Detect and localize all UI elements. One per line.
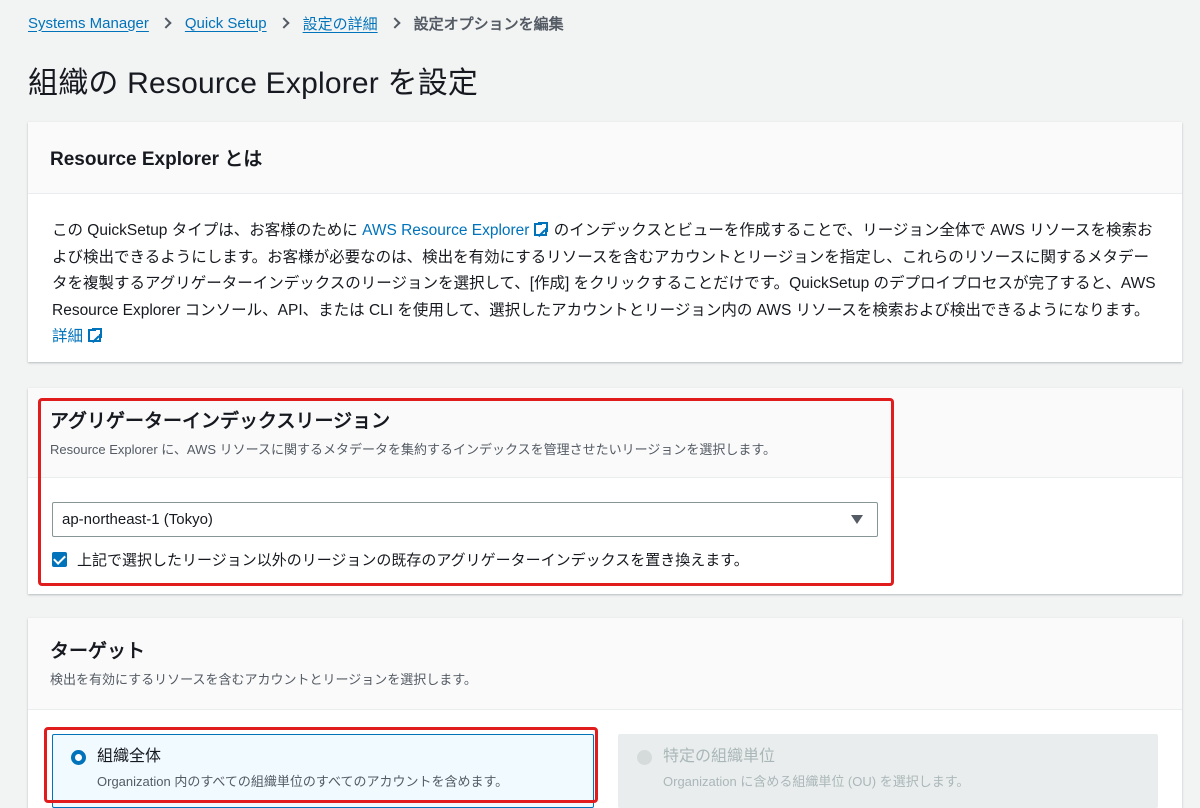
aws-resource-explorer-link[interactable]: AWS Resource Explorer [362,221,550,239]
target-panel: ターゲット 検出を有効にするリソースを含むアカウントとリージョンを選択します。 … [28,618,1182,808]
learn-more-link[interactable]: 詳細 [52,327,104,345]
aggregator-panel: アグリゲーターインデックスリージョン Resource Explorer に、A… [28,388,1182,594]
breadcrumb-current: 設定オプションを編集 [413,15,564,33]
chevron-right-icon [277,17,290,29]
aggregator-panel-title: アグリゲーターインデックスリージョン [50,411,391,432]
breadcrumb-config-details[interactable]: 設定の詳細 [303,13,378,34]
learn-more-link-label: 詳細 [52,328,84,345]
external-link-icon [88,327,104,344]
specific-ou-description: Organization に含める組織単位 (OU) を選択します。 [663,774,970,789]
specific-ou-title: 特定の組織単位 [663,748,776,765]
replace-index-label: 上記で選択したリージョン以外のリージョンの既存のアグリゲーターインデックスを置き… [77,552,749,569]
about-text-1: この QuickSetup タイプは、お客様のために [52,222,358,239]
caret-down-icon [851,515,863,524]
external-link-icon [534,221,550,238]
entire-org-description: Organization 内のすべての組織単位のすべてのアカウントを含めます。 [97,774,509,789]
target-panel-description: 検出を有効にするリソースを含むアカウントとリージョンを選択します。 [50,672,477,687]
chevron-right-icon [388,17,401,29]
replace-index-option[interactable]: 上記で選択したリージョン以外のリージョンの既存のアグリゲーターインデックスを置き… [52,549,749,570]
target-panel-title: ターゲット [50,641,146,662]
breadcrumb-systems-manager[interactable]: Systems Manager [28,15,149,32]
about-panel-body: この QuickSetup タイプは、お客様のために AWS Resource … [28,194,1182,351]
aws-resource-explorer-link-label: AWS Resource Explorer [362,222,530,239]
breadcrumb: Systems Manager Quick Setup 設定の詳細 設定オプショ… [28,12,564,34]
region-select[interactable]: ap-northeast-1 (Tokyo) [52,502,878,537]
aggregator-panel-description: Resource Explorer に、AWS リソースに関するメタデータを集約… [50,442,777,457]
replace-index-checkbox[interactable] [52,552,67,567]
entire-org-title: 組織全体 [97,748,162,765]
chevron-right-icon [160,17,172,29]
breadcrumb-quick-setup[interactable]: Quick Setup [185,15,267,32]
target-panel-header: ターゲット 検出を有効にするリソースを含むアカウントとリージョンを選択します。 [28,618,1182,710]
target-option-specific-ou[interactable]: 特定の組織単位 Organization に含める組織単位 (OU) を選択しま… [618,734,1158,808]
about-panel: Resource Explorer とは この QuickSetup タイプは、… [28,122,1182,362]
specific-ou-radio[interactable] [637,750,652,765]
target-option-entire-org[interactable]: 組織全体 Organization 内のすべての組織単位のすべてのアカウントを含… [52,734,594,808]
entire-org-radio[interactable] [71,750,86,765]
aggregator-panel-header: アグリゲーターインデックスリージョン Resource Explorer に、A… [28,388,1182,478]
page-title: 組織の Resource Explorer を設定 [28,67,479,100]
about-panel-title: Resource Explorer とは [50,149,263,170]
region-select-value: ap-northeast-1 (Tokyo) [62,511,213,528]
about-panel-header: Resource Explorer とは [28,122,1182,194]
